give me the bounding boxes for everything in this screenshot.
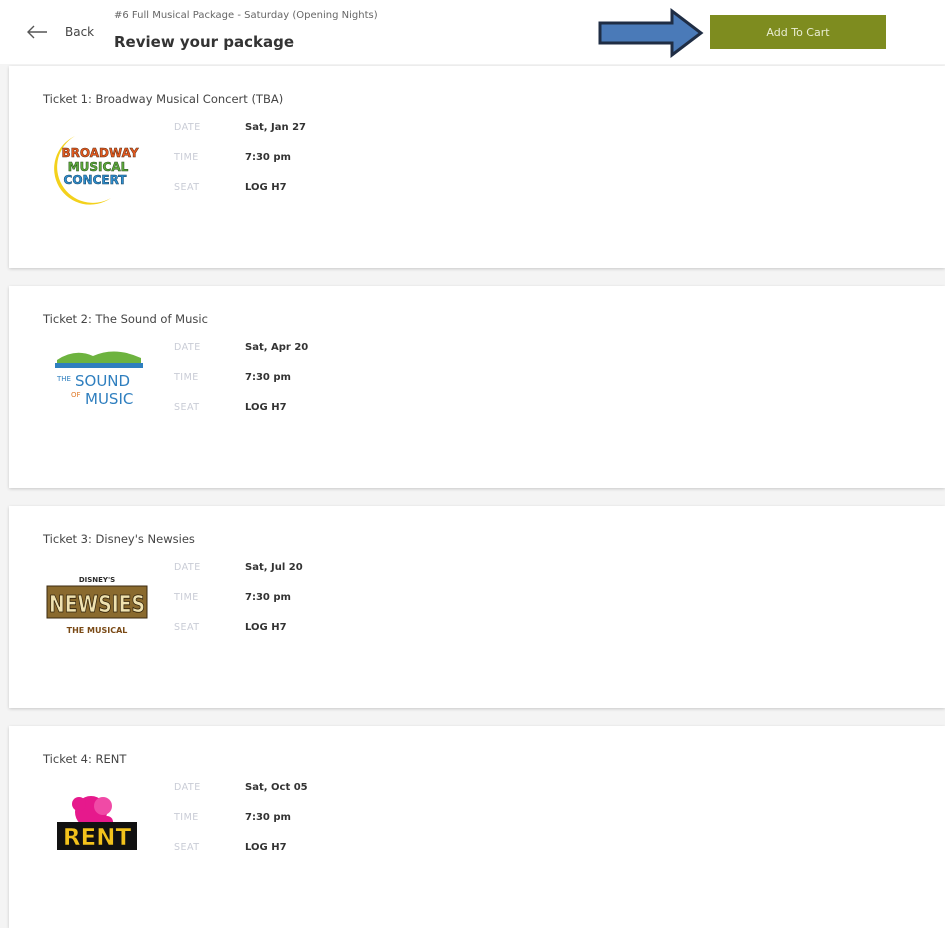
svg-text:MUSICAL: MUSICAL [68, 160, 129, 174]
svg-text:CONCERT: CONCERT [64, 173, 128, 187]
package-name: #6 Full Musical Package - Saturday (Open… [114, 10, 378, 21]
seat-label: SEAT [174, 182, 200, 193]
ticket-card: Ticket 2: The Sound of Music THE SOUND O… [9, 286, 945, 488]
time-label: TIME [174, 372, 199, 383]
add-to-cart-button[interactable]: Add To Cart [710, 15, 886, 49]
ticket-card: Ticket 1: Broadway Musical Concert (TBA)… [9, 66, 945, 268]
seat-label: SEAT [174, 402, 200, 413]
seat-label: SEAT [174, 622, 200, 633]
svg-text:OF: OF [71, 391, 81, 399]
svg-text:NEWSIES: NEWSIES [49, 592, 145, 618]
seat-value: LOG H7 [245, 622, 287, 633]
date-label: DATE [174, 782, 201, 793]
newsies-logo: DISNEY'S NEWSIES THE MUSICAL [46, 576, 148, 635]
seat-value: LOG H7 [245, 182, 287, 193]
date-label: DATE [174, 562, 201, 573]
date-value: Sat, Jan 27 [245, 122, 306, 133]
svg-text:SOUND: SOUND [75, 372, 130, 390]
time-value: 7:30 pm [245, 152, 291, 163]
date-value: Sat, Apr 20 [245, 342, 309, 353]
time-value: 7:30 pm [245, 592, 291, 603]
seat-value: LOG H7 [245, 402, 287, 413]
ticket-title: Ticket 3: Disney's Newsies [43, 532, 195, 546]
ticket-card: Ticket 4: RENT RENT DATE Sat, Oct 05 TIM… [9, 726, 945, 928]
svg-text:RENT: RENT [63, 825, 132, 851]
back-link[interactable]: Back [65, 25, 94, 39]
svg-text:THE: THE [56, 375, 71, 383]
back-arrow-icon[interactable] [26, 24, 48, 40]
time-value: 7:30 pm [245, 372, 291, 383]
ticket-card: Ticket 3: Disney's Newsies DISNEY'S NEWS… [9, 506, 945, 708]
sound-of-music-logo: THE SOUND OF MUSIC [55, 351, 143, 408]
ticket-title: Ticket 4: RENT [43, 752, 127, 766]
date-label: DATE [174, 122, 201, 133]
seat-value: LOG H7 [245, 842, 287, 853]
page-title: Review your package [114, 33, 295, 51]
date-value: Sat, Oct 05 [245, 782, 308, 793]
time-label: TIME [174, 152, 199, 163]
time-value: 7:30 pm [245, 812, 291, 823]
svg-text:BROADWAY: BROADWAY [61, 146, 138, 160]
date-label: DATE [174, 342, 201, 353]
time-label: TIME [174, 812, 199, 823]
rent-logo: RENT [57, 796, 137, 851]
date-value: Sat, Jul 20 [245, 562, 303, 573]
page-header: Back #6 Full Musical Package - Saturday … [0, 0, 945, 64]
time-label: TIME [174, 592, 199, 603]
svg-text:THE MUSICAL: THE MUSICAL [67, 626, 128, 635]
annotation-arrow-icon [598, 8, 704, 58]
seat-label: SEAT [174, 842, 200, 853]
svg-text:DISNEY'S: DISNEY'S [79, 576, 115, 584]
ticket-title: Ticket 2: The Sound of Music [43, 312, 208, 326]
svg-text:MUSIC: MUSIC [85, 390, 133, 408]
ticket-title: Ticket 1: Broadway Musical Concert (TBA) [43, 92, 284, 106]
broadway-concert-logo: BROADWAY MUSICAL CONCERT [54, 136, 139, 205]
